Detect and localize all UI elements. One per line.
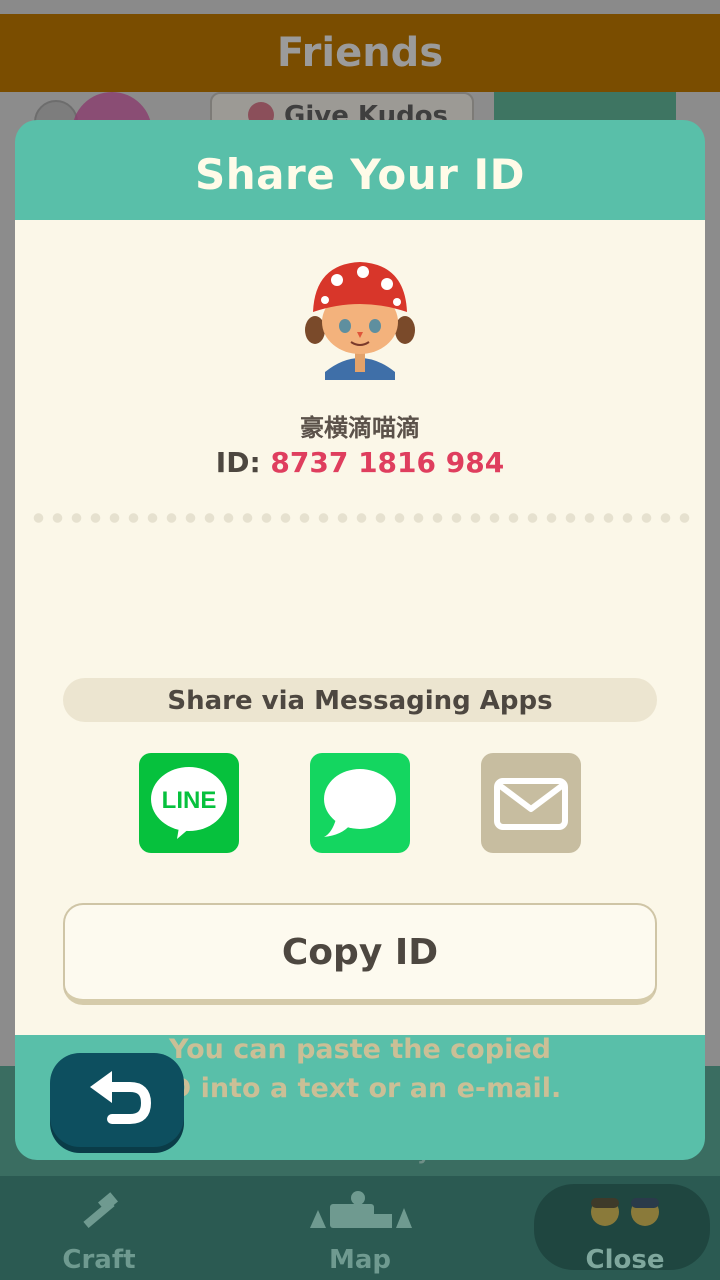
modal-content: 豪横滴喵滴 ID: 8737 1816 984 Share via Messag… — [15, 220, 705, 1104]
status-bar — [0, 0, 720, 14]
map-icon — [300, 1190, 420, 1239]
player-avatar — [295, 260, 425, 380]
copy-id-button[interactable]: Copy ID — [63, 903, 657, 1005]
share-messages-button[interactable] — [310, 753, 410, 853]
player-id: ID: 8737 1816 984 — [15, 446, 705, 479]
nav-map[interactable]: Map — [300, 1190, 420, 1275]
message-bubble-icon — [324, 769, 396, 837]
nav-map-label: Map — [328, 1245, 392, 1275]
line-logo-text: LINE — [162, 787, 217, 814]
background-title: Friends — [276, 30, 444, 76]
dotted-divider — [29, 513, 691, 523]
share-section-label: Share via Messaging Apps — [63, 678, 657, 722]
modal-title: Share Your ID — [195, 150, 525, 199]
player-id-value: 8737 1816 984 — [270, 446, 505, 479]
nav-craft[interactable]: Craft — [62, 1190, 136, 1275]
player-id-label: ID: — [215, 446, 271, 479]
back-button[interactable] — [50, 1053, 184, 1147]
share-id-modal: Share Your ID 豪横滴喵滴 ID: 8737 1816 984 Sh… — [15, 120, 705, 1160]
player-name: 豪横滴喵滴 — [300, 414, 420, 442]
mail-icon — [494, 778, 568, 830]
line-icon: LINE — [151, 767, 227, 839]
friends-faces-icon — [560, 1190, 690, 1239]
share-mail-button[interactable] — [481, 753, 581, 853]
background-header: Friends — [0, 14, 720, 92]
nav-close[interactable]: Close — [560, 1190, 690, 1275]
share-line-button[interactable]: LINE — [139, 753, 239, 853]
hammer-icon — [62, 1190, 136, 1239]
nav-close-label: Close — [585, 1245, 665, 1275]
back-arrow-icon — [90, 1071, 152, 1124]
nav-craft-label: Craft — [62, 1245, 136, 1275]
